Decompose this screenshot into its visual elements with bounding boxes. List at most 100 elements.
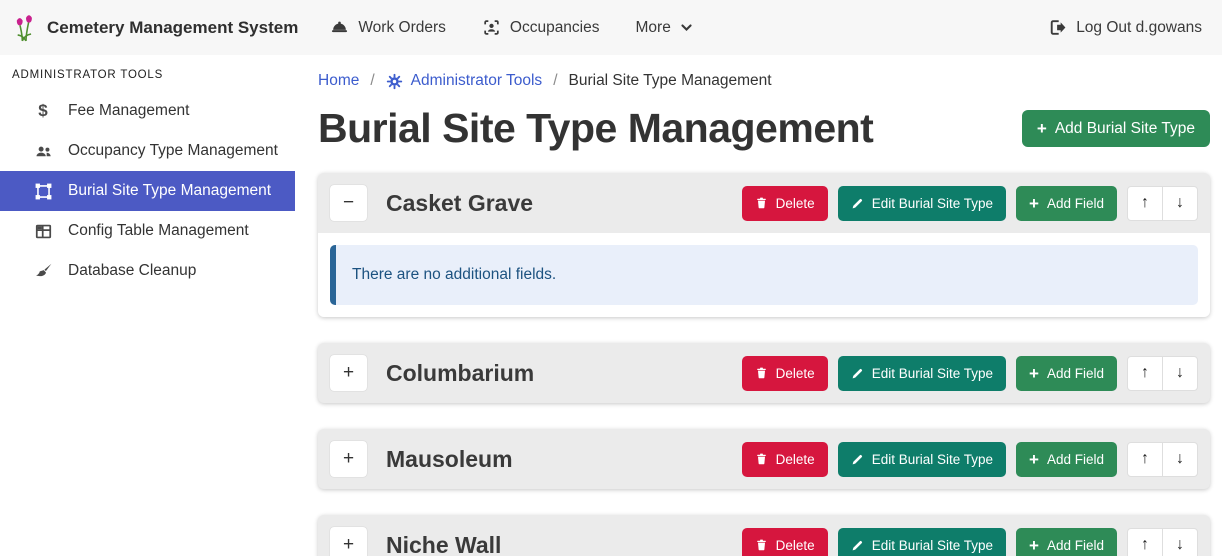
delete-button[interactable]: Delete [742, 442, 828, 477]
panel-title: Mausoleum [386, 446, 513, 473]
pencil-icon [851, 197, 864, 210]
nav-label: More [636, 19, 671, 37]
button-label: Delete [776, 452, 815, 467]
edit-burial-site-type-button[interactable]: Edit Burial Site Type [838, 528, 1006, 556]
breadcrumb-separator: / [553, 72, 557, 90]
sidebar-item-label: Occupancy Type Management [68, 142, 278, 160]
logout-icon [1048, 18, 1067, 37]
nav-label: Work Orders [358, 19, 446, 37]
plus-icon: + [1037, 120, 1047, 137]
move-up-button[interactable]: ↑ [1127, 356, 1163, 391]
app-brand[interactable]: Cemetery Management System [14, 14, 298, 42]
nav-label: Occupancies [510, 19, 600, 37]
frame-icon [33, 182, 53, 201]
breadcrumb: Home / [318, 72, 1210, 90]
edit-burial-site-type-button[interactable]: Edit Burial Site Type [838, 356, 1006, 391]
move-down-button[interactable]: ↓ [1162, 356, 1198, 391]
top-navbar: Cemetery Management System Work Orders [0, 0, 1222, 55]
nav-occupancies[interactable]: Occupancies [482, 18, 600, 37]
add-field-button[interactable]: + Add Field [1016, 356, 1117, 391]
sidebar-item-fee-management[interactable]: $ Fee Management [0, 91, 295, 131]
move-down-button[interactable]: ↓ [1162, 528, 1198, 556]
burial-type-panel-casket-grave: − Casket Grave Delete Edit Burial Site T… [318, 173, 1210, 317]
users-icon [33, 142, 53, 161]
button-label: Edit Burial Site Type [872, 196, 993, 211]
panel-header: − Casket Grave Delete Edit Burial Site T… [318, 173, 1210, 233]
move-down-button[interactable]: ↓ [1162, 442, 1198, 477]
tulip-logo-icon [14, 14, 38, 42]
panel-actions: Delete Edit Burial Site Type + Add Field… [742, 442, 1198, 477]
button-label: Delete [776, 538, 815, 553]
expand-toggle-button[interactable]: + [330, 527, 367, 556]
edit-burial-site-type-button[interactable]: Edit Burial Site Type [838, 442, 1006, 477]
panel-title: Columbarium [386, 360, 534, 387]
broom-icon [33, 262, 53, 281]
add-field-button[interactable]: + Add Field [1016, 442, 1117, 477]
sidebar-item-database-cleanup[interactable]: Database Cleanup [0, 251, 295, 291]
pencil-icon [851, 367, 864, 380]
reorder-button-group: ↑ ↓ [1127, 442, 1198, 477]
plus-icon: + [1029, 537, 1039, 554]
burial-type-panel-mausoleum: + Mausoleum Delete Edit Burial Site Type [318, 429, 1210, 489]
top-navigation: Work Orders Occupancies More [330, 18, 693, 37]
sidebar-item-burial-site-type-management[interactable]: Burial Site Type Management [0, 171, 295, 211]
page-title: Burial Site Type Management [318, 105, 873, 152]
sidebar: ADMINISTRATOR TOOLS $ Fee Management Occ… [0, 55, 295, 556]
panel-title: Niche Wall [386, 532, 501, 556]
add-field-button[interactable]: + Add Field [1016, 528, 1117, 556]
panel-header: + Niche Wall Delete Edit Burial Site Typ… [318, 515, 1210, 556]
expand-toggle-button[interactable]: + [330, 355, 367, 391]
reorder-button-group: ↑ ↓ [1127, 528, 1198, 556]
reorder-button-group: ↑ ↓ [1127, 356, 1198, 391]
edit-burial-site-type-button[interactable]: Edit Burial Site Type [838, 186, 1006, 221]
app-title: Cemetery Management System [47, 18, 298, 38]
expand-toggle-button[interactable]: + [330, 441, 367, 477]
panel-title: Casket Grave [386, 190, 533, 217]
sidebar-item-label: Fee Management [68, 102, 190, 120]
gear-icon [386, 73, 403, 90]
move-up-button[interactable]: ↑ [1127, 442, 1163, 477]
sidebar-item-label: Config Table Management [68, 222, 249, 240]
breadcrumb-admin-tools-link[interactable]: Administrator Tools [386, 72, 543, 90]
add-field-button[interactable]: + Add Field [1016, 186, 1117, 221]
button-label: Delete [776, 366, 815, 381]
nav-more[interactable]: More [636, 19, 693, 37]
plus-icon: + [1029, 451, 1039, 468]
main-content: Home / [295, 55, 1222, 556]
sidebar-item-occupancy-type-management[interactable]: Occupancy Type Management [0, 131, 295, 171]
panel-body: There are no additional fields. [318, 233, 1210, 317]
hardhat-icon [330, 18, 349, 37]
move-down-button[interactable]: ↓ [1162, 186, 1198, 221]
button-label: Add Field [1047, 366, 1104, 381]
nav-work-orders[interactable]: Work Orders [330, 18, 446, 37]
trash-icon [755, 196, 768, 210]
burial-type-panel-niche-wall: + Niche Wall Delete Edit Burial Site Typ… [318, 515, 1210, 556]
delete-button[interactable]: Delete [742, 528, 828, 556]
sidebar-item-label: Database Cleanup [68, 262, 196, 280]
pencil-icon [851, 539, 864, 552]
panel-actions: Delete Edit Burial Site Type + Add Field… [742, 186, 1198, 221]
button-label: Delete [776, 196, 815, 211]
burial-type-panel-columbarium: + Columbarium Delete Edit Burial Site Ty… [318, 343, 1210, 403]
trash-icon [755, 538, 768, 552]
trash-icon [755, 452, 768, 466]
sidebar-item-config-table-management[interactable]: Config Table Management [0, 211, 295, 251]
table-icon [33, 222, 53, 241]
logout-button[interactable]: Log Out d.gowans [1048, 18, 1202, 37]
sidebar-heading: ADMINISTRATOR TOOLS [0, 61, 295, 91]
logout-label: Log Out d.gowans [1076, 19, 1202, 37]
breadcrumb-home-link[interactable]: Home [318, 72, 359, 90]
occupancy-frame-icon [482, 18, 501, 37]
delete-button[interactable]: Delete [742, 356, 828, 391]
reorder-button-group: ↑ ↓ [1127, 186, 1198, 221]
add-burial-site-type-button[interactable]: + Add Burial Site Type [1022, 110, 1210, 147]
button-label: Add Field [1047, 538, 1104, 553]
collapse-toggle-button[interactable]: − [330, 185, 367, 221]
chevron-down-icon [680, 21, 693, 34]
button-label: Add Burial Site Type [1055, 120, 1195, 138]
move-up-button[interactable]: ↑ [1127, 528, 1163, 556]
move-up-button[interactable]: ↑ [1127, 186, 1163, 221]
trash-icon [755, 366, 768, 380]
breadcrumb-separator: / [370, 72, 374, 90]
delete-button[interactable]: Delete [742, 186, 828, 221]
